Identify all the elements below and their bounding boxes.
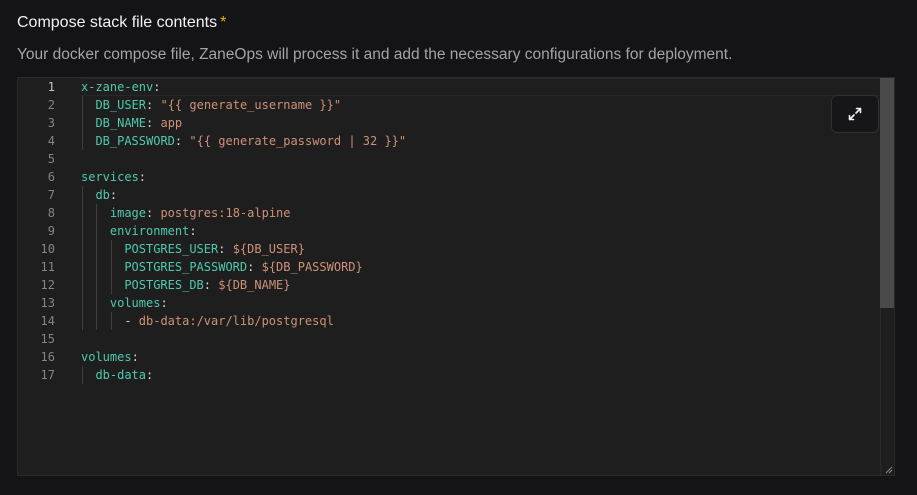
code-line: db: [95, 186, 117, 204]
yaml-punctuation: : [146, 116, 161, 130]
line-number: 7 [47, 188, 55, 202]
yaml-punctuation: : [109, 188, 118, 202]
expand-editor-button[interactable] [831, 95, 879, 133]
yaml-value: app [160, 116, 183, 130]
yaml-key: DB_PASSWORD [95, 134, 175, 148]
yaml-punctuation: : [247, 260, 262, 274]
line-number: 17 [40, 368, 55, 382]
line-number: 2 [47, 98, 55, 112]
code-line: volumes: [81, 348, 139, 366]
yaml-punctuation: : [146, 206, 161, 220]
code-line: DB_NAME: app [95, 114, 182, 132]
yaml-key: services [81, 170, 139, 184]
line-number: 12 [40, 278, 55, 292]
line-number: 4 [47, 134, 55, 148]
line-number: 13 [40, 296, 55, 310]
indent-guide [82, 186, 83, 330]
line-number: 6 [47, 170, 55, 184]
line-number: 14 [40, 314, 55, 328]
indent-guide [96, 204, 98, 330]
line-number-gutter: 1 2 3 4 5 6 7 8 9 10 11 12 13 14 15 16 17 [18, 78, 66, 475]
code-line: POSTGRES_PASSWORD: ${DB_PASSWORD} [124, 258, 362, 276]
field-description: Your docker compose file, ZaneOps will p… [17, 46, 733, 63]
line-number: 11 [40, 260, 55, 274]
yaml-value: ${DB_USER} [232, 242, 305, 256]
compose-code-editor[interactable]: 1 2 3 4 5 6 7 8 9 10 11 12 13 14 15 16 17 x-zane-env: DB_… [17, 77, 895, 476]
line-number: 8 [47, 206, 55, 220]
yaml-punctuation: - [124, 314, 139, 328]
indent-guide [110, 240, 112, 294]
yaml-key: volumes [109, 296, 161, 310]
yaml-punctuation: : [153, 80, 161, 94]
yaml-value: "{{ generate_password | 32 }}" [189, 134, 407, 148]
yaml-punctuation: : [174, 134, 190, 148]
line-number: 9 [47, 224, 55, 238]
yaml-value: ${DB_PASSWORD} [261, 260, 363, 274]
indent-guide [82, 96, 83, 150]
yaml-key: environment [109, 224, 190, 238]
line-number: 5 [47, 152, 55, 166]
line-number: 15 [40, 332, 55, 346]
yaml-punctuation: : [189, 224, 197, 238]
required-marker: * [220, 14, 227, 31]
code-line: db-data: [95, 366, 153, 384]
yaml-value: db-data:/var/lib/postgresql [138, 314, 334, 328]
code-line: - db-data:/var/lib/postgresql [124, 312, 334, 330]
vertical-scrollbar[interactable] [880, 78, 894, 475]
code-line: DB_USER: "{{ generate_username }}" [95, 96, 341, 114]
yaml-punctuation: : [203, 278, 219, 292]
code-line: volumes: [110, 294, 168, 312]
yaml-key: POSTGRES_PASSWORD [124, 260, 248, 274]
code-line: environment: [110, 222, 197, 240]
current-line-highlight [81, 78, 880, 96]
yaml-key: POSTGRES_DB [124, 278, 204, 292]
field-label-text: Compose stack file contents [17, 14, 218, 31]
yaml-key: x-zane-env [81, 80, 154, 94]
yaml-punctuation: : [138, 170, 147, 184]
yaml-punctuation: : [131, 350, 139, 364]
yaml-key: DB_USER [95, 98, 147, 112]
resize-handle[interactable] [885, 466, 893, 474]
indent-guide [82, 366, 83, 384]
expand-diagonal-icon [848, 107, 862, 121]
line-number: 1 [47, 80, 55, 94]
yaml-key: POSTGRES_USER [124, 242, 219, 256]
indent-guide [110, 312, 112, 330]
line-number: 3 [47, 116, 55, 130]
yaml-value: postgres:18-alpine [160, 206, 291, 220]
yaml-key: DB_NAME [95, 116, 147, 130]
line-number: 16 [40, 350, 55, 364]
yaml-key: db-data [95, 368, 147, 382]
code-line: image: postgres:18-alpine [110, 204, 291, 222]
yaml-punctuation: : [160, 296, 168, 310]
code-line: x-zane-env: [81, 78, 160, 96]
yaml-value: "{{ generate_username }}" [160, 98, 342, 112]
scrollbar-thumb[interactable] [880, 78, 894, 308]
yaml-value: ${DB_NAME} [218, 278, 291, 292]
line-number: 10 [40, 242, 55, 256]
field-label: Compose stack file contents * [17, 14, 226, 32]
yaml-punctuation: : [218, 242, 233, 256]
yaml-punctuation: : [146, 98, 161, 112]
code-line: POSTGRES_USER: ${DB_USER} [124, 240, 305, 258]
yaml-punctuation: : [146, 368, 154, 382]
code-area[interactable]: x-zane-env: DB_USER: "{{ generate_usernam… [81, 78, 880, 475]
yaml-key: volumes [81, 350, 132, 364]
yaml-key: image [109, 206, 146, 220]
code-line: DB_PASSWORD: "{{ generate_password | 32 … [95, 132, 406, 150]
code-line: POSTGRES_DB: ${DB_NAME} [124, 276, 290, 294]
yaml-key: db [95, 188, 110, 202]
code-line: services: [81, 168, 146, 186]
